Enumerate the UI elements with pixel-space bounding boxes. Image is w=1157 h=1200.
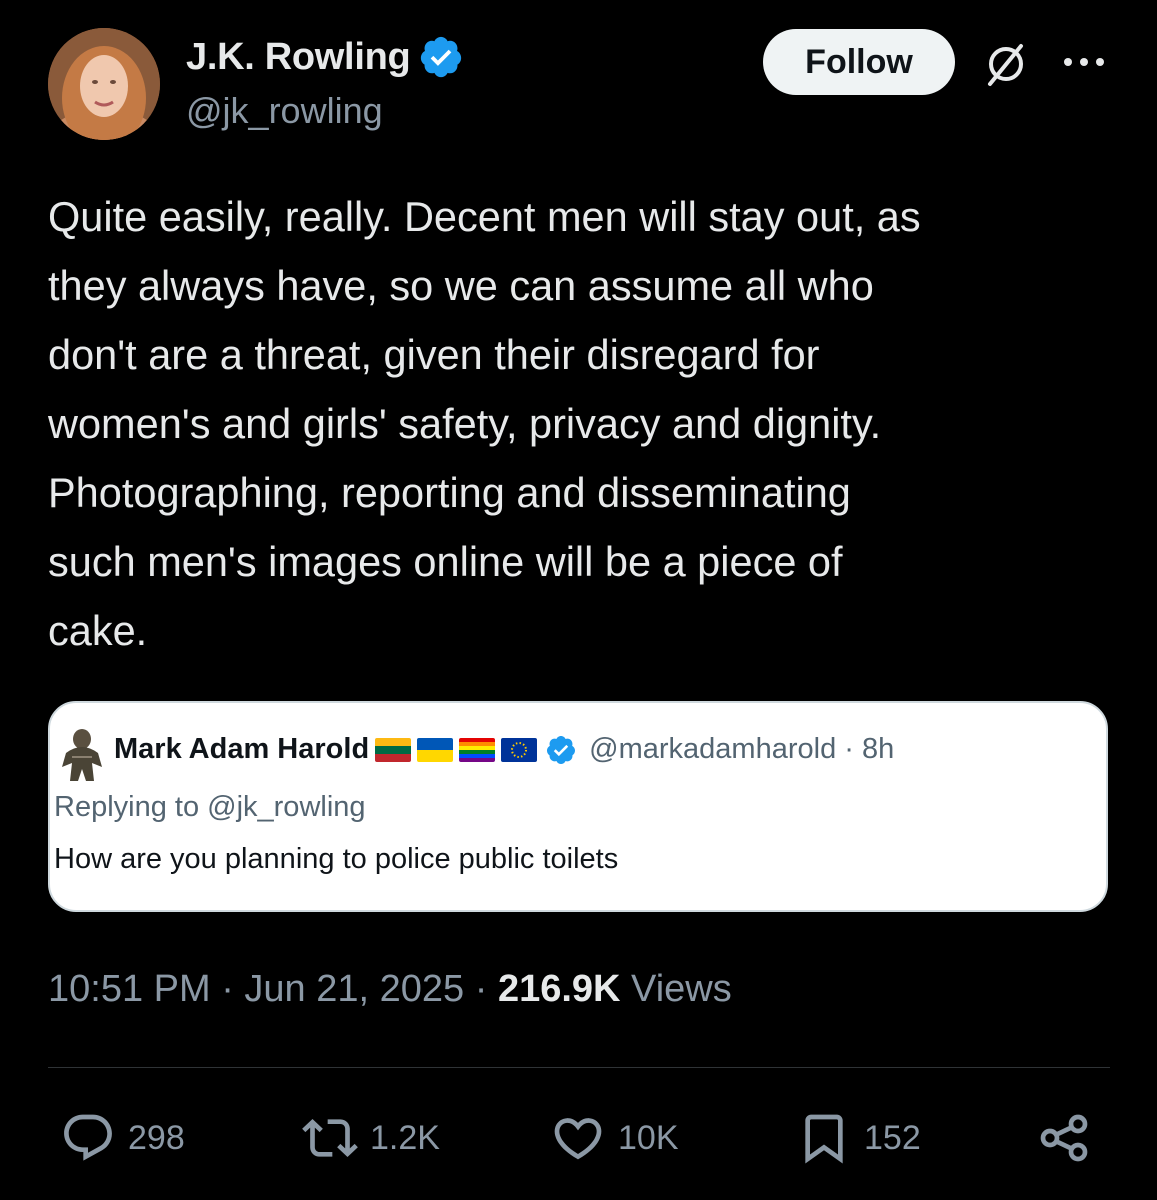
like-count: 10K (618, 1118, 679, 1157)
quoted-replying-to[interactable]: Replying to @jk_rowling (54, 791, 366, 824)
quoted-avatar-icon[interactable] (58, 723, 106, 783)
heart-icon (554, 1118, 602, 1160)
author-display-name[interactable]: J.K. Rowling (186, 36, 411, 79)
author-name-row: J.K. Rowling (186, 34, 464, 80)
follow-button[interactable]: Follow (763, 29, 955, 95)
repost-icon (302, 1119, 358, 1157)
eu-flag-icon (501, 737, 538, 762)
verified-badge-icon[interactable] (418, 34, 464, 80)
like-button[interactable]: 10K (550, 1110, 679, 1166)
author-avatar[interactable] (48, 28, 160, 140)
tweet-meta: 10:51 PM · Jun 21, 2025 · 216.9K Views (48, 968, 732, 1011)
views-count: 216.9K (497, 968, 621, 1010)
repost-button[interactable]: 1.2K (302, 1110, 440, 1166)
lithuania-flag-icon (375, 737, 412, 762)
bookmark-icon (805, 1114, 843, 1164)
quoted-tweet-card[interactable]: Mark Adam Harold @markadamharold · 8h Re… (48, 701, 1108, 912)
divider (48, 1067, 1110, 1068)
reply-icon (64, 1114, 112, 1161)
repost-count: 1.2K (370, 1118, 440, 1157)
avatar-portrait (48, 28, 160, 140)
author-handle[interactable]: @jk_rowling (186, 90, 383, 132)
share-icon (1040, 1114, 1088, 1162)
quoted-name-row: Mark Adam Harold @markadamharold · 8h (114, 733, 894, 766)
quoted-verified-badge-icon[interactable] (545, 734, 577, 766)
views-label: Views (620, 968, 732, 1010)
reply-button[interactable]: 298 (60, 1110, 185, 1166)
grok-icon[interactable] (980, 38, 1032, 90)
quoted-display-name[interactable]: Mark Adam Harold (114, 733, 369, 766)
bookmark-count: 152 (864, 1118, 921, 1157)
tweet-timestamp[interactable]: 10:51 PM · Jun 21, 2025 · (48, 968, 498, 1011)
rainbow-flag-icon (459, 737, 496, 762)
tweet-text: Quite easily, really. Decent men will st… (48, 193, 921, 654)
reply-count: 298 (128, 1118, 185, 1157)
ukraine-flag-icon (417, 737, 454, 762)
more-icon[interactable] (1058, 48, 1110, 76)
bookmark-button[interactable]: 152 (796, 1110, 921, 1166)
quoted-tweet-text: How are you planning to police public to… (54, 843, 619, 875)
share-button[interactable] (1036, 1110, 1092, 1166)
quoted-handle-time[interactable]: @markadamharold · 8h (589, 733, 894, 766)
